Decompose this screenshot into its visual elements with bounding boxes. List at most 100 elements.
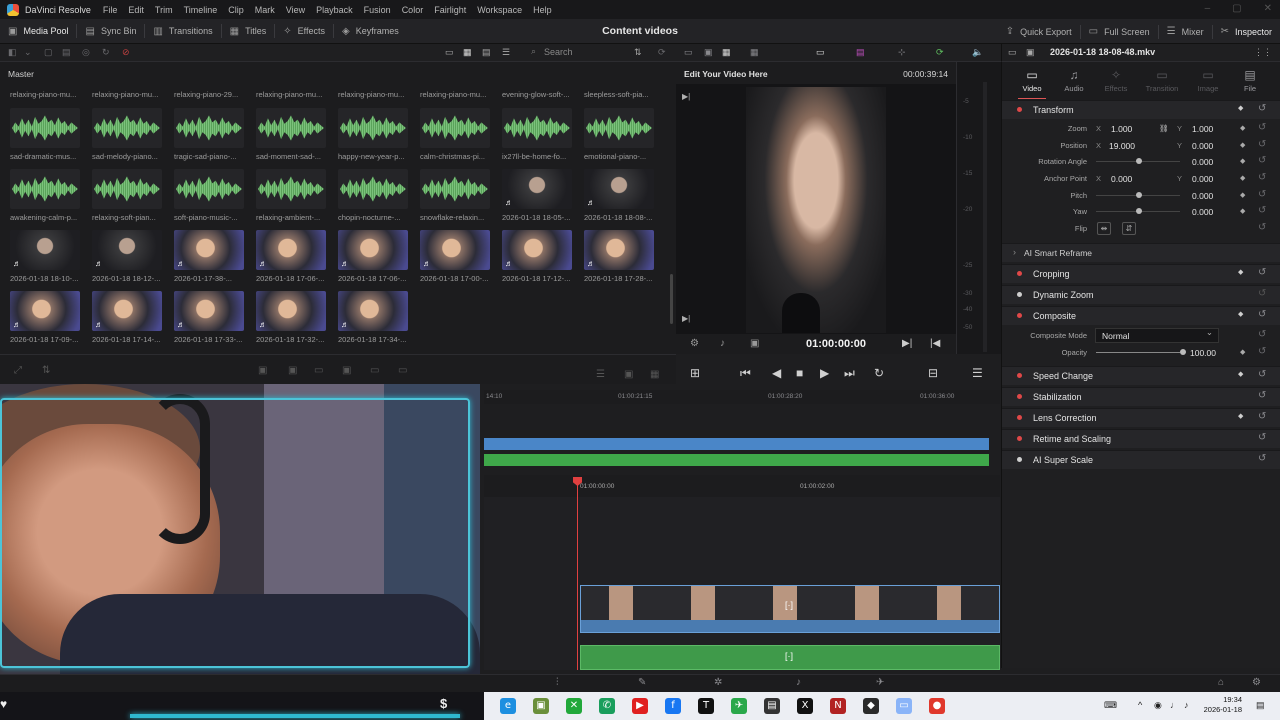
audio-clip-item[interactable]: awakening-calm-p... — [10, 169, 82, 222]
menu-view[interactable]: View — [286, 5, 305, 15]
notification-icon[interactable]: ▤ — [1256, 700, 1265, 711]
tab-transition[interactable]: ▭ Transition — [1140, 68, 1184, 93]
enable-dot[interactable] — [1017, 373, 1022, 378]
source-overwrite-icon[interactable]: ▭ — [398, 365, 407, 376]
camera-app-icon[interactable]: ◆ — [863, 698, 879, 714]
track-height-icon[interactable]: ☰ — [596, 369, 605, 380]
video-clip-item[interactable]: ♬ 2026-01-18 17-00-... — [420, 230, 492, 283]
video-clip-item[interactable]: ♬ 2026-01-18 17-33-... — [174, 291, 246, 344]
flip-horizontal-icon[interactable]: ⇹ — [1097, 222, 1111, 235]
position-y-field[interactable]: 0.000 — [1192, 141, 1213, 151]
enable-dot[interactable] — [1017, 271, 1022, 276]
menu-timeline[interactable]: Timeline — [184, 5, 218, 15]
speed-change-section[interactable]: Speed Change ◆ ↺ — [1002, 366, 1280, 385]
video-clip-item[interactable]: ♬ 2026-01-18 18-12-... — [92, 230, 164, 283]
inspector-layout-icon[interactable]: ▭ — [1008, 47, 1017, 58]
tab-effects[interactable]: ✧ Effects — [1094, 68, 1138, 93]
reset-icon[interactable]: ↺ — [1258, 189, 1266, 200]
files-icon[interactable]: ▭ — [896, 698, 912, 714]
facebook-icon[interactable]: f — [665, 698, 681, 714]
capcut-icon[interactable]: X — [797, 698, 813, 714]
inspector-button[interactable]: ✂ Inspector — [1213, 19, 1280, 44]
reset-icon[interactable]: ↺ — [1258, 453, 1266, 464]
close-up-icon[interactable]: ▣ — [342, 365, 351, 376]
home-icon[interactable]: ⌂ — [1218, 677, 1224, 688]
overlay-icon[interactable]: ▤ — [856, 47, 865, 58]
quick-export-button[interactable]: ⇪ Quick Export — [998, 19, 1080, 44]
smart-insert-icon[interactable]: ▣ — [258, 365, 267, 376]
composite-mode-select[interactable]: Normal — [1095, 327, 1219, 343]
keyframe-icon[interactable]: ◆ — [1240, 207, 1245, 215]
insert-icon[interactable]: ⤢ — [14, 365, 22, 376]
menu-trim[interactable]: Trim — [155, 5, 173, 15]
menu-color[interactable]: Color — [402, 5, 424, 15]
aspect-icon[interactable]: ▭ — [816, 47, 825, 58]
reset-icon[interactable]: ↺ — [1258, 205, 1266, 216]
link-icon[interactable]: ⛓ — [1159, 124, 1169, 133]
reset-icon[interactable]: ↺ — [1258, 329, 1266, 340]
menu-fusion[interactable]: Fusion — [364, 5, 391, 15]
audio-clip-item[interactable]: relaxing-soft-pian... — [92, 169, 164, 222]
reset-icon[interactable]: ↺ — [1258, 390, 1266, 401]
keyframe-icon[interactable]: ◆ — [1238, 370, 1243, 378]
play-marker-icon[interactable]: ▶| — [682, 314, 690, 323]
bird-app-icon[interactable]: ✈ — [731, 698, 747, 714]
sidebar-toggle-icon[interactable]: ◧ — [8, 47, 17, 58]
audio-clip[interactable]: [·] — [580, 645, 1000, 670]
prev-frame-icon[interactable]: |◀ — [930, 338, 940, 349]
menu-edit[interactable]: Edit — [128, 5, 144, 15]
keyboard-icon[interactable]: ⌨ — [1104, 700, 1117, 711]
deliver-page-icon[interactable]: ✈ — [876, 677, 884, 688]
enable-dot[interactable] — [1017, 457, 1022, 462]
keyframes-button[interactable]: ◈ Keyframes — [334, 19, 407, 44]
video-clip-item[interactable]: ♬ 2026-01-18 17-06-... — [256, 230, 328, 283]
resolve-icon[interactable]: ● — [929, 698, 945, 714]
playhead[interactable] — [577, 479, 578, 670]
effects-button[interactable]: ✧ Effects — [275, 19, 333, 44]
zoom-fit-icon[interactable]: ⊹ — [898, 47, 906, 58]
mic-tray-icon[interactable]: ♩ — [1170, 700, 1179, 710]
audio-clip-item[interactable]: calm-christmas-pi... — [420, 108, 492, 161]
slider-knob[interactable] — [1136, 192, 1142, 198]
reset-icon[interactable]: ↺ — [1258, 155, 1266, 166]
tab-audio[interactable]: ♫ Audio — [1052, 68, 1096, 93]
reset-icon[interactable]: ↺ — [1258, 267, 1266, 278]
zoom-x-field[interactable]: 1.000 — [1111, 124, 1132, 134]
layout-icon[interactable]: ▭ — [684, 47, 693, 58]
notion-icon[interactable]: N — [830, 698, 846, 714]
reset-icon[interactable]: ↺ — [1258, 369, 1266, 380]
reset-icon[interactable]: ↺ — [1258, 309, 1266, 320]
ripple-overwrite-icon[interactable]: ▭ — [314, 365, 323, 376]
record-icon[interactable]: ⊘ — [122, 47, 130, 58]
fusion-page-icon[interactable]: ✲ — [714, 677, 722, 688]
composite-section[interactable]: Composite ◆ ↺ — [1002, 306, 1280, 325]
keyframe-icon[interactable]: ◆ — [1238, 412, 1243, 420]
refresh-icon[interactable]: ↻ — [102, 47, 110, 58]
fairlight-page-icon[interactable]: ♪ — [796, 677, 801, 688]
tab-video[interactable]: ▭ Video — [1010, 68, 1054, 99]
settings-icon[interactable]: ⚙ — [1252, 677, 1261, 688]
flip-vertical-icon[interactable]: ⇵ — [1122, 222, 1136, 235]
tidal-icon[interactable]: T — [698, 698, 714, 714]
retime-scaling-section[interactable]: Retime and Scaling ↺ — [1002, 429, 1280, 448]
menu-help[interactable]: Help — [533, 5, 552, 15]
mixer-button[interactable]: ☰ Mixer — [1159, 19, 1212, 44]
opacity-field[interactable]: 100.00 — [1190, 348, 1216, 358]
video-clip-item[interactable]: ♬ 2026-01-18 18-10-... — [10, 230, 82, 283]
video-clip-item[interactable]: ♬ 2026-01-18 17-09-... — [10, 291, 82, 344]
tab-image[interactable]: ▭ Image — [1186, 68, 1230, 93]
anchor-y-field[interactable]: 0.000 — [1192, 174, 1213, 184]
clip-effect-icon[interactable]: [·] — [785, 651, 793, 661]
keyframe-icon[interactable]: ◆ — [1240, 157, 1245, 165]
transitions-button[interactable]: ▥ Transitions — [145, 19, 220, 44]
video-clip-item[interactable]: ♬ 2026-01-18 17-12-... — [502, 230, 574, 283]
audio-clip-item[interactable]: sad-moment-sad-... — [256, 108, 328, 161]
minecraft-icon[interactable]: ▣ — [533, 698, 549, 714]
search-input[interactable]: Search — [528, 46, 648, 59]
minimize-icon[interactable]: – — [1205, 3, 1211, 14]
keyframe-icon[interactable]: ◆ — [1238, 104, 1243, 112]
menu-file[interactable]: File — [103, 5, 118, 15]
audio-clip-item[interactable]: chopin-nocturne-... — [338, 169, 410, 222]
play-marker-icon[interactable]: ▶| — [682, 92, 690, 101]
chevron-down-icon[interactable]: ⌄ — [24, 47, 32, 58]
